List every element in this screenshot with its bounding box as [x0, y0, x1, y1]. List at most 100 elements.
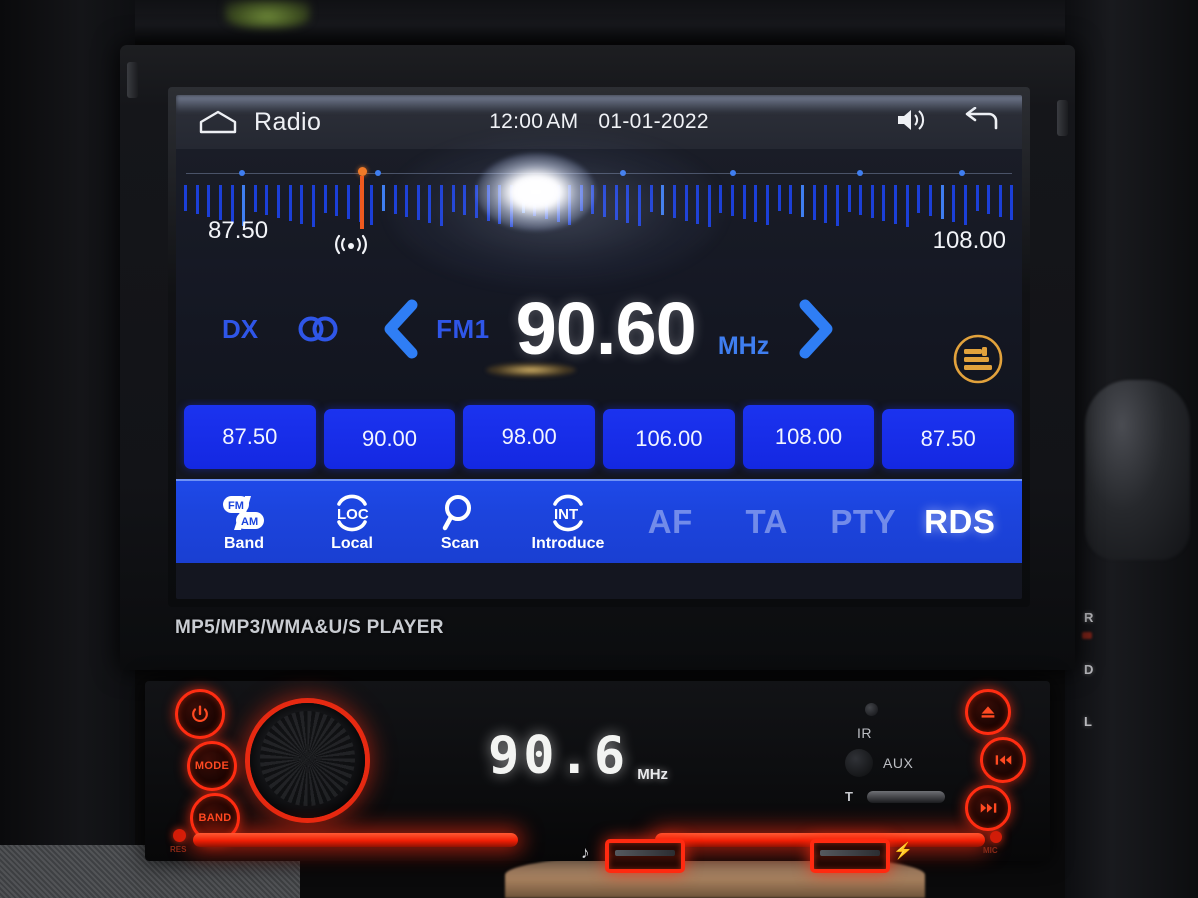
tick-mark: [963, 185, 967, 225]
shift-letter-d: D: [1084, 662, 1094, 677]
shift-letter-l: L: [1084, 714, 1092, 729]
tick-mark: [870, 185, 874, 218]
tick-mark: [998, 185, 1002, 217]
next-track-button[interactable]: [965, 785, 1011, 831]
tick-mark: [521, 185, 525, 213]
function-toolbar: FM AM Band LOC Local Scan INT Introduce …: [176, 479, 1022, 563]
chevron-right-icon[interactable]: [793, 299, 839, 359]
tick-mark: [440, 185, 444, 226]
tick-mark: [626, 185, 630, 223]
rds-item-rds[interactable]: RDS: [912, 503, 1009, 541]
preset-marker-dot: [958, 170, 965, 176]
tick-mark: [905, 185, 909, 227]
scale-min-label: 87.50: [208, 217, 269, 244]
tool-local[interactable]: LOC Local: [298, 492, 406, 553]
svg-text:INT: INT: [554, 506, 578, 523]
tf-card-slot[interactable]: [867, 791, 945, 803]
preset-button[interactable]: 90.00: [323, 409, 456, 469]
music-note-icon: ♪: [581, 843, 590, 862]
tick-mark: [498, 185, 502, 224]
photo-scene: R D L Radio 12:00 AM 01-01-2022 87.50 108.…: [0, 0, 1198, 898]
back-arrow-icon[interactable]: [962, 106, 1000, 138]
rds-item-ta[interactable]: TA: [719, 503, 816, 541]
tick-mark: [684, 185, 688, 221]
gear-shift-indicator: R D L: [1078, 610, 1138, 800]
previous-track-button[interactable]: [980, 737, 1026, 783]
preset-button[interactable]: 87.50: [882, 409, 1015, 469]
preset-button[interactable]: 106.00: [603, 409, 735, 469]
tick-mark: [917, 185, 921, 213]
rds-item-pty[interactable]: PTY: [815, 503, 912, 541]
led-display: 90.6 MHz: [413, 721, 743, 791]
tool-introduce[interactable]: INT Introduce: [514, 492, 622, 553]
preset-button[interactable]: 87.50: [184, 405, 316, 469]
aux-jack[interactable]: [845, 749, 873, 777]
tick-mark: [789, 185, 793, 214]
tick-mark: [614, 185, 618, 220]
tick-mark: [742, 185, 746, 219]
tick-mark: [544, 185, 548, 219]
tick-mark: [393, 185, 397, 214]
tick-mark: [952, 185, 956, 222]
tick-mark: [882, 185, 886, 221]
stereo-icon[interactable]: [296, 314, 340, 344]
panel-light-bar-left: [193, 833, 518, 847]
preset-label: 90.00: [361, 426, 418, 451]
tick-mark: [184, 185, 187, 211]
status-bar: Radio 12:00 AM 01-01-2022: [176, 95, 1022, 149]
tick-mark: [218, 185, 222, 220]
ir-label: IR: [857, 725, 872, 741]
tuning-marker-stem: [360, 176, 365, 229]
lcd-screen: Radio 12:00 AM 01-01-2022 87.50 108.00 D…: [176, 95, 1022, 599]
tick-mark: [929, 185, 932, 216]
control-panel: MODE BAND RES 90.6 MHz ♪ ⚡ IR AUX T MIC: [145, 681, 1050, 873]
tick-mark: [451, 185, 455, 212]
tool-introduce-label: Introduce: [531, 534, 605, 552]
tick-mark: [812, 185, 816, 220]
chevron-left-icon[interactable]: [378, 299, 424, 359]
shift-letter-r: R: [1084, 610, 1094, 625]
tuning-marker[interactable]: [357, 167, 367, 229]
lightning-charge-icon: ⚡: [893, 843, 913, 860]
volume-icon[interactable]: [894, 106, 928, 139]
tool-scan[interactable]: Scan: [406, 492, 514, 553]
rds-item-af[interactable]: AF: [622, 503, 719, 541]
tool-band[interactable]: FM AM Band: [190, 492, 298, 553]
tick-mark: [800, 185, 804, 217]
dx-label[interactable]: DX: [222, 314, 258, 345]
signal-strength-icon: [333, 231, 369, 255]
preset-label: 87.50: [222, 424, 278, 449]
preset-button[interactable]: 98.00: [463, 405, 596, 469]
frequency-value: 90.60: [515, 287, 697, 370]
screen-bezel: Radio 12:00 AM 01-01-2022 87.50 108.00 D…: [168, 87, 1030, 607]
reset-button[interactable]: [173, 829, 186, 842]
tick-mark: [591, 185, 595, 214]
status-bar-actions: [894, 106, 1000, 139]
tuning-scale[interactable]: 87.50 108.00: [176, 149, 1022, 259]
tool-scan-label: Scan: [440, 534, 480, 552]
tick-marks: [184, 185, 1014, 229]
microphone-label: MIC: [983, 846, 998, 855]
tool-local-label: Local: [331, 534, 373, 552]
tick-mark: [207, 185, 211, 217]
tick-mark: [894, 185, 898, 224]
usb-port-media[interactable]: [605, 839, 685, 873]
tick-mark: [463, 185, 467, 215]
home-icon[interactable]: [198, 109, 238, 135]
mode-button[interactable]: MODE: [187, 741, 237, 791]
date-text: 01-01-2022: [598, 110, 709, 133]
preset-button-row: 87.50 90.00 98.00 106.00 108.00 87.50: [176, 399, 1022, 479]
usb-port-charge[interactable]: [810, 839, 890, 873]
rds-group: AF TA PTY RDS: [622, 503, 1008, 541]
power-button[interactable]: [175, 689, 225, 739]
eject-button[interactable]: [965, 689, 1011, 735]
equalizer-icon[interactable]: [952, 333, 1004, 385]
int-introduce-icon: INT: [545, 492, 591, 532]
reset-label: RES: [170, 845, 187, 854]
tick-mark: [416, 185, 420, 220]
volume-knob[interactable]: [250, 703, 365, 818]
preset-button[interactable]: 108.00: [742, 405, 875, 469]
tick-mark: [253, 185, 257, 212]
tick-mark: [661, 185, 665, 215]
preset-label: 87.50: [920, 426, 976, 451]
